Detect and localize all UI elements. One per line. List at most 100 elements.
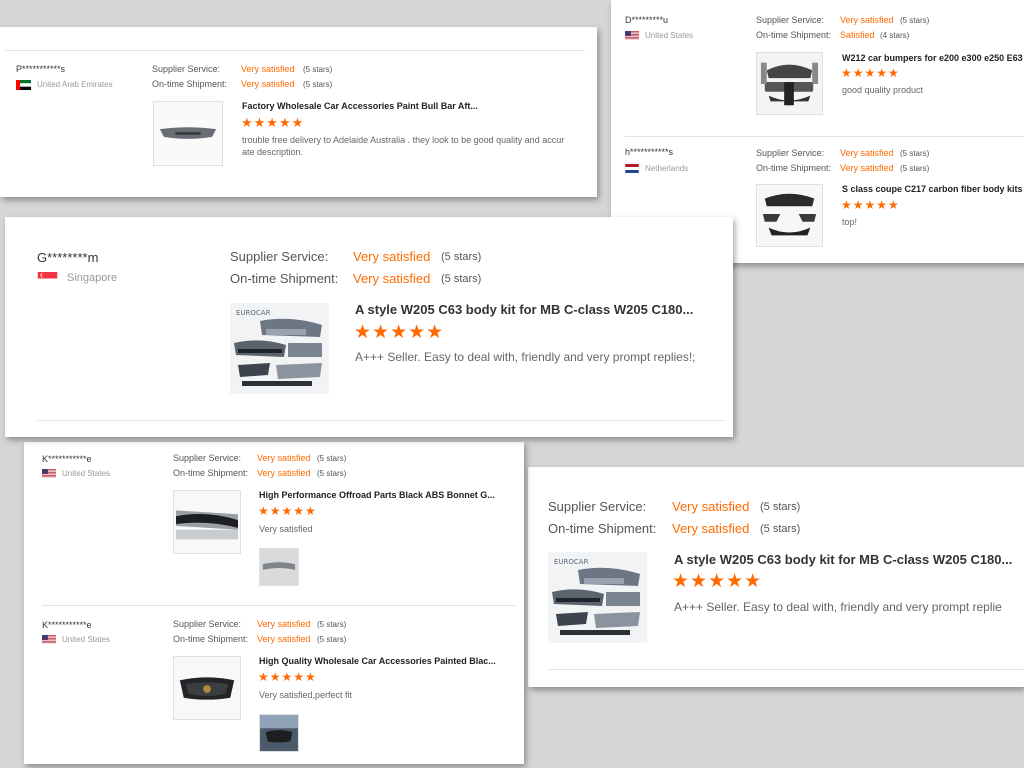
reviewer-country: United States bbox=[645, 31, 694, 40]
shipment-rating: Very satisfied bbox=[257, 634, 311, 644]
bumper-kit-image bbox=[757, 53, 822, 114]
divider bbox=[42, 605, 516, 606]
review-comment: top! bbox=[842, 217, 858, 227]
grille-image bbox=[174, 657, 240, 719]
product-title[interactable]: High Quality Wholesale Car Accessories P… bbox=[259, 656, 496, 666]
body-kit-image: EUROCAR bbox=[230, 303, 329, 394]
singapore-flag-icon bbox=[37, 272, 58, 285]
product-title[interactable]: S class coupe C217 carbon fiber body kit… bbox=[842, 184, 1024, 194]
star-rating: ★★★★★ bbox=[258, 504, 317, 518]
reviewer-country: United Arab Emirates bbox=[37, 80, 113, 89]
us-flag-icon bbox=[42, 469, 56, 478]
review-comment: A+++ Seller. Easy to deal with, friendly… bbox=[674, 600, 1002, 614]
reviewer-country: Singapore bbox=[67, 272, 118, 284]
reviewer-name: P***********s bbox=[16, 64, 66, 74]
shipment-stars: (5 stars) bbox=[900, 164, 930, 173]
supplier-service-stars: (5 stars) bbox=[760, 501, 801, 513]
reviewer-country: United States bbox=[62, 469, 111, 478]
review-photo-image bbox=[260, 549, 298, 585]
supplier-service-label: Supplier Service: bbox=[173, 619, 242, 629]
supplier-service-stars: (5 stars) bbox=[303, 65, 333, 74]
product-title[interactable]: Factory Wholesale Car Accessories Paint … bbox=[242, 101, 478, 111]
star-rating: ★★★★★ bbox=[258, 670, 317, 684]
shipment-rating: Very satisfied bbox=[353, 271, 431, 286]
supplier-service-rating: Very satisfied bbox=[840, 148, 894, 158]
supplier-service-stars: (5 stars) bbox=[317, 454, 347, 463]
reviewer-country: Netherlands bbox=[645, 164, 689, 173]
product-thumbnail[interactable]: EUROCAR bbox=[548, 552, 647, 643]
shipment-rating: Very satisfied bbox=[241, 79, 295, 89]
reviewer-name: D*********u bbox=[625, 15, 669, 25]
review-comment: Very satisfied bbox=[259, 524, 313, 534]
product-title[interactable]: High Performance Offroad Parts Black ABS… bbox=[259, 490, 495, 500]
review-card-top-left: P***********s United Arab Emirates Suppl… bbox=[0, 27, 597, 197]
supplier-service-rating: Very satisfied bbox=[241, 64, 295, 74]
divider bbox=[548, 669, 1024, 670]
product-thumbnail[interactable]: EUROCAR bbox=[230, 303, 329, 394]
review-card-bottom-right: Supplier Service: Very satisfied (5 star… bbox=[528, 467, 1024, 687]
shipment-stars: (5 stars) bbox=[441, 273, 482, 285]
netherlands-flag-icon bbox=[625, 164, 639, 173]
product-title[interactable]: A style W205 C63 body kit for MB C-class… bbox=[674, 552, 1012, 567]
supplier-service-stars: (5 stars) bbox=[441, 251, 482, 263]
supplier-service-rating: Very satisfied bbox=[672, 499, 750, 514]
review-photo-image bbox=[260, 715, 298, 751]
reviewer-country: United States bbox=[62, 635, 111, 644]
bonnet-guard-image bbox=[174, 491, 240, 553]
review-card-bottom-left: K***********e United States Supplier Ser… bbox=[24, 442, 524, 764]
shipment-stars: (5 stars) bbox=[303, 80, 333, 89]
review-comment-line-2: ate description. bbox=[242, 147, 304, 157]
brand-watermark: EUROCAR bbox=[554, 558, 589, 566]
star-rating: ★★★★★ bbox=[354, 322, 445, 343]
product-thumbnail[interactable] bbox=[756, 52, 823, 115]
supplier-service-label: Supplier Service: bbox=[548, 499, 647, 514]
supplier-service-label: Supplier Service: bbox=[756, 15, 825, 25]
supplier-service-label: Supplier Service: bbox=[152, 64, 221, 74]
supplier-service-rating: Very satisfied bbox=[840, 15, 894, 25]
reviewer-name: K***********e bbox=[42, 620, 92, 630]
supplier-service-label: Supplier Service: bbox=[173, 453, 242, 463]
shipment-label: On-time Shipment: bbox=[173, 634, 249, 644]
reviewer-name: K***********e bbox=[42, 454, 92, 464]
us-flag-icon bbox=[625, 31, 639, 40]
divider bbox=[5, 50, 585, 51]
divider bbox=[37, 420, 725, 421]
shipment-label: On-time Shipment: bbox=[152, 79, 228, 89]
supplier-service-rating: Very satisfied bbox=[257, 619, 311, 629]
review-photo[interactable] bbox=[259, 714, 299, 752]
product-title[interactable]: A style W205 C63 body kit for MB C-class… bbox=[355, 302, 693, 317]
shipment-rating: Satisfied bbox=[840, 30, 875, 40]
reviewer-name: G********m bbox=[37, 250, 99, 265]
review-photo[interactable] bbox=[259, 548, 299, 586]
bull-bar-image bbox=[154, 102, 222, 165]
brand-watermark: EUROCAR bbox=[236, 309, 271, 317]
shipment-label: On-time Shipment: bbox=[756, 163, 832, 173]
shipment-stars: (5 stars) bbox=[317, 469, 347, 478]
shipment-rating: Very satisfied bbox=[257, 468, 311, 478]
product-thumbnail[interactable] bbox=[173, 490, 241, 554]
shipment-stars: (4 stars) bbox=[880, 31, 910, 40]
shipment-label: On-time Shipment: bbox=[756, 30, 832, 40]
shipment-label: On-time Shipment: bbox=[548, 521, 657, 536]
shipment-stars: (5 stars) bbox=[317, 635, 347, 644]
reviewer-name: h***********s bbox=[625, 147, 674, 157]
divider bbox=[625, 136, 1024, 137]
star-rating: ★★★★★ bbox=[241, 115, 305, 130]
shipment-rating: Very satisfied bbox=[672, 521, 750, 536]
review-comment: good quality product bbox=[842, 85, 924, 95]
us-flag-icon bbox=[42, 635, 56, 644]
product-thumbnail[interactable] bbox=[153, 101, 223, 166]
supplier-service-label: Supplier Service: bbox=[756, 148, 825, 158]
shipment-label: On-time Shipment: bbox=[173, 468, 249, 478]
star-rating: ★★★★★ bbox=[841, 66, 900, 80]
supplier-service-stars: (5 stars) bbox=[317, 620, 347, 629]
supplier-service-rating: Very satisfied bbox=[353, 249, 431, 264]
carbon-body-kit-image bbox=[757, 185, 822, 246]
product-title[interactable]: W212 car bumpers for e200 e300 e250 E63 … bbox=[842, 53, 1024, 63]
review-card-center: G********m Singapore Supplier Service: V… bbox=[5, 217, 733, 437]
body-kit-image: EUROCAR bbox=[548, 552, 647, 643]
star-rating: ★★★★★ bbox=[841, 198, 900, 212]
supplier-service-stars: (5 stars) bbox=[900, 16, 930, 25]
product-thumbnail[interactable] bbox=[173, 656, 241, 720]
product-thumbnail[interactable] bbox=[756, 184, 823, 247]
